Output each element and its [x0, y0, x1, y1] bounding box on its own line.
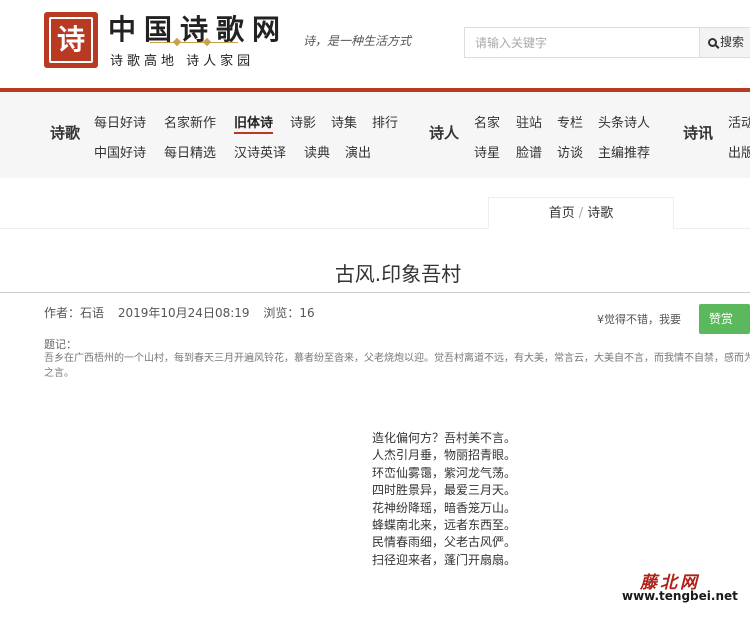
preface-label: 题记： — [44, 338, 77, 351]
logo-glyph: 诗 — [56, 23, 85, 56]
article-meta: 作者：石语 2019年10月24日08:19 浏览：16 — [44, 304, 325, 321]
praise-button[interactable]: 赞赏 — [699, 304, 750, 334]
nav-item-editor-picks[interactable]: 主编推荐 — [598, 142, 650, 161]
poem-line: 扫径迎来者，蓬门开扇扇。 — [372, 552, 517, 567]
logo-frame: 诗 — [49, 17, 93, 63]
poem-line: 民情春雨细，父老古风俨。 — [372, 535, 517, 550]
nav-item-classics-reading[interactable]: 读典 — [304, 142, 330, 161]
nav-item-profiles[interactable]: 脸谱 — [516, 142, 542, 161]
poem-line: 蜂蝶南北来，远者东西至。 — [372, 518, 517, 533]
site-logo[interactable]: 诗 — [44, 12, 98, 68]
nav-item-events[interactable]: 活动 — [728, 112, 750, 131]
author-label: 作者： — [44, 306, 81, 320]
nav-item-english-translation[interactable]: 汉诗英译 — [234, 142, 286, 161]
preface-text: 吾乡在广西梧州的一个山村，每到春天三月开遍风铃花，慕者纷至沓来，父老烧炮以迎。觉… — [44, 353, 750, 379]
nav-item-columns[interactable]: 专栏 — [557, 112, 583, 131]
nav-item-resident[interactable]: 驻站 — [516, 112, 542, 131]
nav-item-headline-poets[interactable]: 头条诗人 — [598, 112, 650, 131]
nav-category-poetry[interactable]: 诗歌 — [50, 122, 80, 143]
poem-line: 四时胜景异，最爱三月天。 — [372, 483, 517, 498]
breadcrumb: 首页 / 诗歌 — [488, 197, 674, 229]
nav-item-publishing[interactable]: 出版 — [728, 142, 750, 161]
search-button-label: 搜索 — [720, 35, 745, 49]
nav-category-poets[interactable]: 诗人 — [429, 122, 459, 143]
nav-item-masters-new[interactable]: 名家新作 — [164, 112, 216, 131]
search-button[interactable]: 搜索 — [700, 27, 750, 58]
watermark-url: www.tengbei.net — [622, 589, 738, 603]
poem-line: 环峦仙雾霭，紫河龙气荡。 — [372, 465, 517, 480]
nav-item-poet-stars[interactable]: 诗星 — [474, 142, 500, 161]
poem-body: 造化偏何方？吾村美不言。 人杰引月垂，物丽招青眼。 环峦仙雾霭，紫河龙气荡。 四… — [372, 430, 516, 569]
nav-item-poetry-film[interactable]: 诗影 — [290, 112, 316, 131]
poem-line: 花神纷降瑶，暗香笼万山。 — [372, 500, 517, 515]
article-title: 古风.印象吾村 — [334, 262, 462, 286]
publish-date: 2019年10月24日08:19 — [117, 306, 250, 320]
views-label: 浏览： — [263, 306, 300, 320]
breadcrumb-separator: / — [578, 206, 584, 221]
site-name-ornament — [150, 42, 238, 43]
breadcrumb-current-link[interactable]: 诗歌 — [587, 206, 613, 221]
praise-prompt: ¥觉得不错，我要 — [597, 313, 681, 326]
views-count: 16 — [299, 306, 315, 320]
main-nav: 诗歌 每日好诗 名家新作 旧体诗 诗影 诗集 排行 中国好诗 每日精选 汉诗英译… — [0, 88, 750, 178]
site-header: 诗 中国诗歌网 诗歌高地 诗人家园 诗，是一种生活方式 搜索 — [0, 0, 750, 88]
nav-category-news[interactable]: 诗讯 — [683, 122, 713, 143]
title-divider — [0, 292, 750, 293]
nav-item-masters[interactable]: 名家 — [474, 112, 500, 131]
nav-item-daily-poem[interactable]: 每日好诗 — [94, 112, 146, 131]
nav-item-rankings[interactable]: 排行 — [372, 112, 398, 131]
search-input[interactable] — [464, 27, 700, 58]
breadcrumb-home-link[interactable]: 首页 — [549, 206, 575, 221]
nav-item-daily-picks[interactable]: 每日精选 — [164, 142, 216, 161]
nav-item-classical-poetry[interactable]: 旧体诗 — [234, 112, 274, 134]
nav-item-collections[interactable]: 诗集 — [331, 112, 357, 131]
site-slogan: 诗，是一种生活方式 — [303, 34, 412, 48]
nav-item-performances[interactable]: 演出 — [345, 142, 371, 161]
site-subtitle: 诗歌高地 诗人家园 — [110, 54, 255, 69]
nav-item-interviews[interactable]: 访谈 — [557, 142, 583, 161]
search-icon — [708, 38, 717, 47]
author-name[interactable]: 石语 — [80, 306, 104, 320]
nav-item-china-good-poem[interactable]: 中国好诗 — [94, 142, 146, 161]
poem-line: 造化偏何方？吾村美不言。 — [372, 431, 517, 445]
poem-line: 人杰引月垂，物丽招青眼。 — [372, 448, 517, 463]
